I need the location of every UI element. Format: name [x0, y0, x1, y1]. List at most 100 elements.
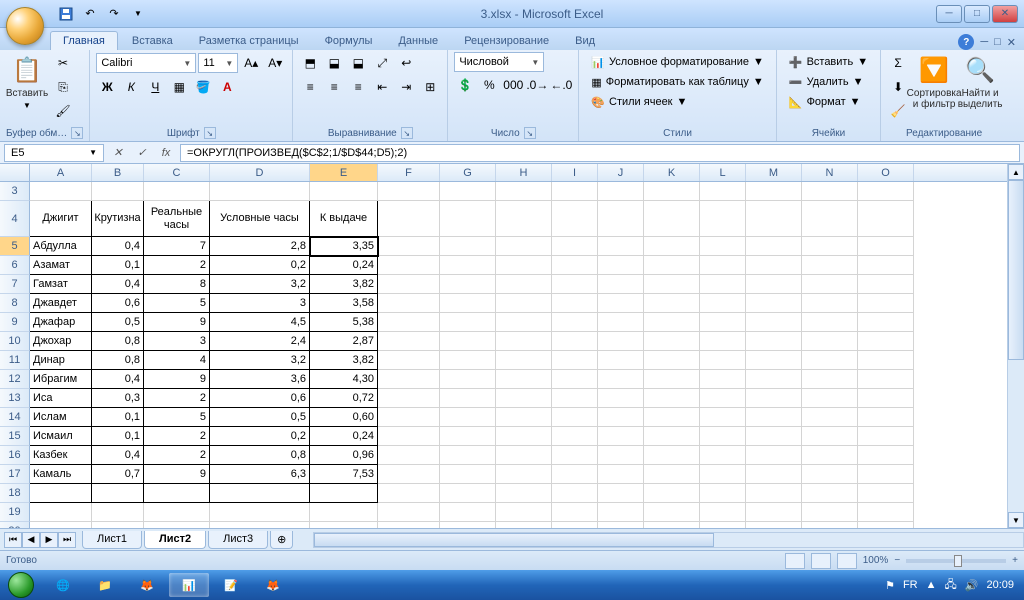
decrease-indent-icon[interactable]: ⇤: [371, 76, 393, 98]
cell[interactable]: [700, 182, 746, 201]
cell[interactable]: 2,4: [210, 332, 310, 351]
cell[interactable]: [598, 332, 644, 351]
cell[interactable]: [858, 182, 914, 201]
cell[interactable]: [552, 446, 598, 465]
column-header[interactable]: C: [144, 164, 210, 181]
cell[interactable]: [644, 427, 700, 446]
column-header[interactable]: H: [496, 164, 552, 181]
cell[interactable]: [552, 427, 598, 446]
column-header[interactable]: J: [598, 164, 644, 181]
cell[interactable]: [440, 503, 496, 522]
cell[interactable]: [310, 484, 378, 503]
cell[interactable]: 2: [144, 256, 210, 275]
cell[interactable]: [858, 256, 914, 275]
cell[interactable]: [552, 332, 598, 351]
cell[interactable]: Динар: [30, 351, 92, 370]
cell[interactable]: [700, 427, 746, 446]
save-icon[interactable]: [56, 4, 76, 24]
cell[interactable]: [30, 484, 92, 503]
row-header[interactable]: 18: [0, 484, 30, 503]
cell[interactable]: [378, 313, 440, 332]
cell[interactable]: [440, 201, 496, 237]
cell[interactable]: [858, 313, 914, 332]
cell[interactable]: [746, 484, 802, 503]
cell-styles-button[interactable]: 🎨 Стили ячеек ▼: [585, 92, 770, 112]
percent-icon[interactable]: %: [478, 74, 500, 96]
clipboard-launcher[interactable]: ↘: [71, 127, 83, 139]
cell[interactable]: [858, 237, 914, 256]
row-header[interactable]: 12: [0, 370, 30, 389]
cell[interactable]: [644, 484, 700, 503]
merge-button[interactable]: ⊞: [419, 76, 441, 98]
cell[interactable]: [746, 503, 802, 522]
cell[interactable]: 0,60: [310, 408, 378, 427]
cell[interactable]: 4,30: [310, 370, 378, 389]
column-header[interactable]: E: [310, 164, 378, 181]
mdi-close-icon[interactable]: ✕: [1007, 36, 1016, 49]
column-header[interactable]: M: [746, 164, 802, 181]
cell[interactable]: [644, 370, 700, 389]
align-left-icon[interactable]: ≡: [299, 76, 321, 98]
cell[interactable]: 0,1: [92, 256, 144, 275]
cell[interactable]: [496, 465, 552, 484]
scroll-up-icon[interactable]: ▲: [1008, 164, 1024, 180]
cell[interactable]: 0,5: [210, 408, 310, 427]
row-header[interactable]: 7: [0, 275, 30, 294]
start-button[interactable]: [0, 570, 42, 600]
find-select-button[interactable]: 🔍 Найти и выделить: [959, 52, 1001, 112]
row-header[interactable]: 9: [0, 313, 30, 332]
cell[interactable]: [210, 484, 310, 503]
cell[interactable]: [496, 332, 552, 351]
cell[interactable]: 5: [144, 294, 210, 313]
tab-review[interactable]: Рецензирование: [452, 32, 561, 50]
align-center-icon[interactable]: ≡: [323, 76, 345, 98]
vscroll-thumb[interactable]: [1008, 180, 1024, 360]
taskbar-ie-icon[interactable]: 🌐: [43, 573, 83, 597]
cell[interactable]: 3: [210, 294, 310, 313]
cell[interactable]: [802, 503, 858, 522]
cell[interactable]: Абдулла: [30, 237, 92, 256]
cell[interactable]: 4: [144, 351, 210, 370]
cell[interactable]: 2: [144, 389, 210, 408]
align-right-icon[interactable]: ≡: [347, 76, 369, 98]
cell[interactable]: 9: [144, 313, 210, 332]
cell[interactable]: [440, 446, 496, 465]
cell[interactable]: [746, 294, 802, 313]
cell[interactable]: [802, 446, 858, 465]
comma-icon[interactable]: 000: [502, 74, 524, 96]
cell[interactable]: 3,82: [310, 351, 378, 370]
cell[interactable]: [378, 275, 440, 294]
cell[interactable]: 7: [144, 237, 210, 256]
qat-dropdown-icon[interactable]: ▼: [128, 4, 148, 24]
delete-cells-button[interactable]: ➖ Удалить ▼: [783, 72, 874, 92]
align-launcher[interactable]: ↘: [401, 127, 413, 139]
cell[interactable]: [644, 465, 700, 484]
cell[interactable]: [598, 182, 644, 201]
tray-network-icon[interactable]: 🖧: [945, 576, 957, 595]
cell[interactable]: [552, 201, 598, 237]
cell[interactable]: [598, 427, 644, 446]
zoom-out-icon[interactable]: −: [894, 555, 900, 566]
cell[interactable]: [496, 256, 552, 275]
cell[interactable]: [746, 427, 802, 446]
cell[interactable]: [700, 351, 746, 370]
cancel-formula-icon[interactable]: ✕: [108, 144, 128, 162]
cell[interactable]: [598, 256, 644, 275]
column-header[interactable]: D: [210, 164, 310, 181]
cell[interactable]: [378, 351, 440, 370]
taskbar-excel-icon[interactable]: 📊: [169, 573, 209, 597]
sheet-nav-prev-icon[interactable]: ◀: [22, 532, 40, 548]
cell[interactable]: 7,53: [310, 465, 378, 484]
cell[interactable]: [378, 503, 440, 522]
cell[interactable]: [700, 275, 746, 294]
cell[interactable]: [858, 389, 914, 408]
row-header[interactable]: 4: [0, 201, 30, 237]
cell[interactable]: [700, 313, 746, 332]
cell[interactable]: 2,8: [210, 237, 310, 256]
tray-clock[interactable]: 20:09: [986, 579, 1014, 591]
cell[interactable]: [802, 294, 858, 313]
format-as-table-button[interactable]: ▦ Форматировать как таблицу ▼: [585, 72, 770, 92]
cell[interactable]: 0,72: [310, 389, 378, 408]
cell[interactable]: [858, 503, 914, 522]
cell[interactable]: [496, 389, 552, 408]
